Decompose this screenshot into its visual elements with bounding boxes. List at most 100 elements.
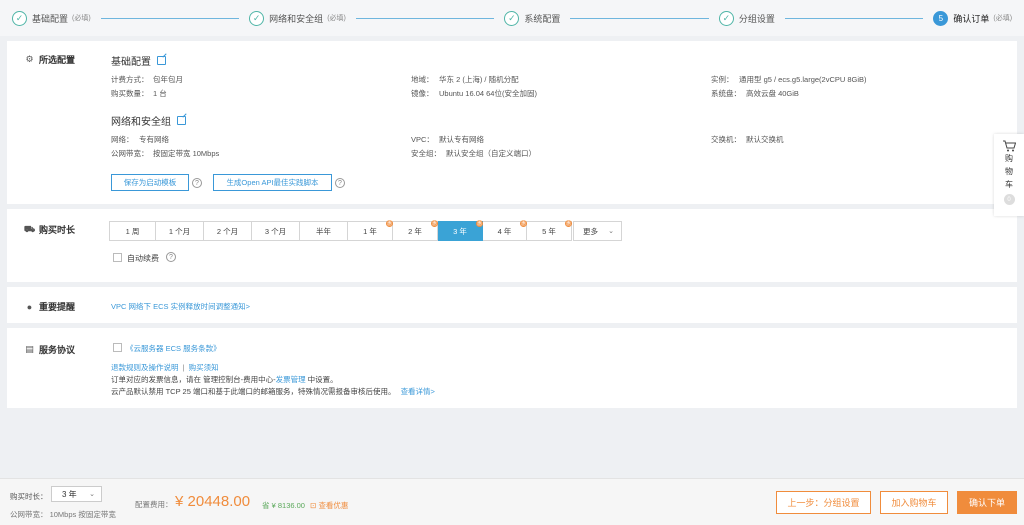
footer-duration-select[interactable]: 3 年 ⌄	[51, 486, 102, 502]
duration-option-label: 2 年	[408, 226, 422, 236]
footer-bandwidth-value: 10Mbps 按固定带宽	[49, 510, 116, 519]
network-type-label: 网络：	[111, 135, 134, 144]
savings-value: ¥ 8136.00	[271, 501, 305, 510]
step-label: 分组设置	[738, 13, 775, 24]
check-icon: ✓	[718, 10, 734, 26]
help-icon[interactable]: ?	[192, 178, 202, 188]
duration-option-2-months[interactable]: 2 个月	[204, 221, 252, 241]
step-connector	[100, 17, 240, 19]
refund-rules-link[interactable]: 退款规则及操作说明	[111, 363, 179, 372]
step-number: 5	[933, 10, 949, 26]
order-footer: 购买时长： 3 年 ⌄ 公网带宽： 10Mbps 按固定带宽 配置费用： ¥ 2…	[0, 478, 1024, 525]
edit-icon[interactable]	[177, 116, 186, 125]
help-icon[interactable]: ?	[166, 252, 176, 262]
step-progress-bar: ✓ 基础配置 (必填) ✓ 网络和安全组 (必填) ✓ 系统配置 ✓ 分组设置 …	[0, 0, 1024, 36]
truck-icon: ⛟	[23, 223, 36, 234]
ecs-terms-link[interactable]: 《云服务器 ECS 服务条款》	[126, 343, 221, 354]
security-group-value: 默认安全组（自定义端口）	[446, 149, 536, 158]
system-disk-value: 高效云盘 40GiB	[746, 89, 799, 98]
invoice-text-prefix: 订单对应的发票信息，请在 管理控制台-费用中心-	[111, 375, 276, 384]
system-disk-field: 系统盘： 高效云盘 40GiB	[711, 88, 799, 99]
agree-terms-checkbox[interactable]	[113, 343, 122, 352]
section-title-text: 所选配置	[39, 55, 76, 65]
system-disk-label: 系统盘：	[711, 89, 741, 98]
section-title-agreement: ▤ 服务协议	[24, 343, 75, 356]
save-launch-template-button[interactable]: 保存为启动模板	[111, 174, 189, 191]
selected-config-card: ⚙ 所选配置 基础配置 计费方式： 包年包月 地域： 华东 2 (上海) / 随机分…	[7, 41, 1017, 204]
step-required: (必填)	[72, 15, 91, 22]
auto-renew-checkbox[interactable]	[113, 253, 122, 262]
cart-icon	[1003, 140, 1016, 152]
basic-config-title-text: 基础配置	[111, 57, 151, 68]
edit-icon[interactable]	[157, 56, 166, 65]
help-icon[interactable]: ?	[335, 178, 345, 188]
footer-bandwidth-label: 公网带宽：	[10, 510, 48, 519]
section-title-text: 购买时长	[39, 225, 76, 235]
duration-option-3-months[interactable]: 3 个月	[252, 221, 300, 241]
view-discount-text: 查看优惠	[318, 501, 349, 510]
tcp-port-notice: 云产品默认禁用 TCP 25 端口和基于此端口的邮箱服务，特殊情况需报备审核后使…	[111, 386, 435, 397]
savings-prefix: 省	[262, 501, 270, 510]
quantity-label: 购买数量：	[111, 89, 149, 98]
footer-duration-value: 3 年	[62, 489, 77, 499]
check-icon: ✓	[249, 10, 265, 26]
footer-duration-label: 购买时长：	[10, 492, 48, 501]
region-value: 华东 2 (上海) / 随机分配	[439, 75, 519, 84]
generate-openapi-script-button[interactable]: 生成Open API最佳实践脚本	[213, 174, 332, 191]
duration-more-label: 更多	[583, 226, 598, 236]
purchase-duration-card: ⛟ 购买时长 自动续费 ?	[7, 209, 1017, 282]
duration-option-3-years[interactable]: 3 年 惠	[438, 220, 483, 241]
duration-options: 1 周 1 个月 2 个月 3 个月 半年 1 年 惠 2 年 惠 3 年 惠 4 年…	[109, 220, 572, 241]
duration-option-half-year[interactable]: 半年	[300, 221, 348, 241]
add-to-cart-button[interactable]: 加入购物车	[880, 491, 948, 514]
vswitch-value: 默认交换机	[746, 135, 784, 144]
refund-links: 退款规则及操作说明 | 购买须知	[111, 362, 219, 373]
security-group-label: 安全组：	[411, 149, 441, 158]
vswitch-label: 交换机：	[711, 135, 741, 144]
footer-bandwidth: 公网带宽： 10Mbps 按固定带宽	[10, 509, 116, 520]
view-discount-link[interactable]: ⊡ 查看优惠	[310, 501, 348, 510]
cart-count-badge: 0	[1003, 194, 1015, 205]
duration-option-1-month[interactable]: 1 个月	[156, 221, 204, 241]
invoice-management-link[interactable]: 发票管理	[276, 375, 306, 384]
step-label: 系统配置	[524, 13, 561, 24]
savings-info: 省 ¥ 8136.00 ⊡ 查看优惠	[262, 500, 348, 511]
duration-option-label: 5 年	[542, 226, 556, 236]
confirm-order-button[interactable]: 确认下单	[957, 491, 1017, 514]
vpc-field: VPC： 默认专有网络	[411, 134, 484, 145]
duration-option-5-years[interactable]: 5 年 惠	[527, 220, 572, 241]
step-group-settings[interactable]: ✓ 分组设置	[718, 10, 775, 26]
duration-option-2-years[interactable]: 2 年 惠	[393, 220, 438, 241]
vswitch-field: 交换机： 默认交换机	[711, 134, 784, 145]
duration-option-1-week[interactable]: 1 周	[109, 221, 156, 241]
step-basic-config[interactable]: ✓ 基础配置 (必填)	[12, 10, 91, 26]
instance-label: 实例：	[711, 75, 734, 84]
step-connector	[784, 17, 924, 19]
duration-option-1-year[interactable]: 1 年 惠	[348, 220, 393, 241]
duration-option-4-years[interactable]: 4 年 惠	[483, 220, 527, 241]
duration-option-label: 4 年	[497, 226, 512, 236]
duration-option-label: 3 个月	[264, 226, 287, 236]
view-details-link[interactable]: 查看详情>	[401, 387, 435, 396]
link-separator: |	[182, 363, 185, 372]
step-network-security[interactable]: ✓ 网络和安全组 (必填)	[249, 10, 346, 26]
duration-option-label: 1 周	[125, 226, 140, 236]
purchase-notes-link[interactable]: 购买须知	[189, 363, 219, 372]
public-bandwidth-value: 按固定带宽 10Mbps	[153, 149, 220, 158]
auto-renew-label: 自动续费	[127, 254, 159, 263]
discount-badge: 惠	[565, 220, 572, 227]
step-label: 基础配置	[32, 13, 69, 24]
shopping-cart-panel[interactable]: 购物车 0	[994, 134, 1024, 216]
network-config-title-text: 网络和安全组	[111, 117, 171, 128]
prev-step-button[interactable]: 上一步：分组设置	[776, 491, 871, 514]
gear-icon: ⚙	[25, 54, 34, 64]
basic-config-title: 基础配置	[111, 53, 166, 68]
network-type-value: 专有网络	[139, 135, 169, 144]
duration-option-label: 1 个月	[168, 226, 191, 236]
discount-badge: 惠	[476, 220, 483, 227]
step-system-config[interactable]: ✓ 系统配置	[504, 10, 561, 26]
duration-more-dropdown[interactable]: 更多 ⌄	[573, 221, 622, 241]
step-label: 确认订单	[953, 13, 990, 24]
vpc-release-notice-link[interactable]: VPC 网络下 ECS 实例释放时间调整通知>	[111, 301, 250, 312]
image-value: Ubuntu 16.04 64位(安全加固)	[439, 89, 537, 98]
